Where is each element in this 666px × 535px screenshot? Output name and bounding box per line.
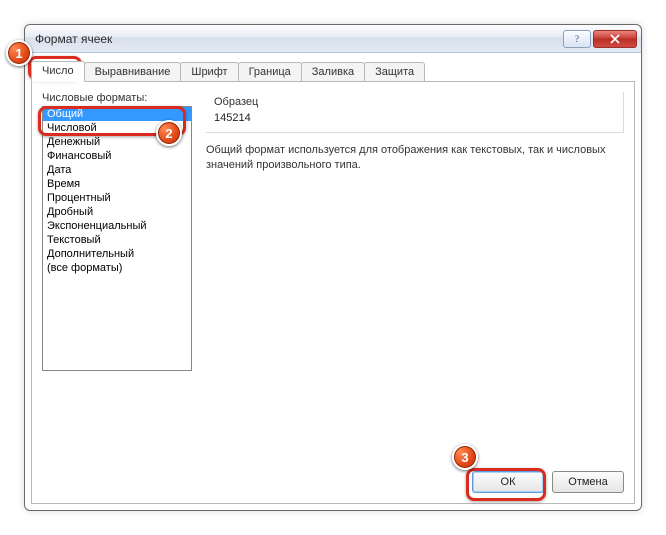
tab-label: Выравнивание bbox=[95, 66, 171, 78]
format-list-item[interactable]: Процентный bbox=[43, 191, 191, 205]
tab-label: Защита bbox=[375, 66, 414, 78]
format-description: Общий формат используется для отображени… bbox=[206, 143, 624, 173]
format-list-item[interactable]: Дата bbox=[43, 163, 191, 177]
tab-fill[interactable]: Заливка bbox=[301, 62, 365, 82]
tab-number[interactable]: Число bbox=[31, 61, 85, 82]
format-list-item[interactable]: Общий bbox=[43, 107, 191, 121]
format-list-item[interactable]: Денежный bbox=[43, 135, 191, 149]
right-panel: Образец 145214 Общий формат используется… bbox=[206, 92, 624, 463]
tab-border[interactable]: Граница bbox=[238, 62, 302, 82]
cancel-button[interactable]: Отмена bbox=[552, 471, 624, 493]
tab-label: Граница bbox=[249, 66, 291, 78]
window-title: Формат ячеек bbox=[35, 32, 561, 46]
format-list-caption: Числовые форматы: bbox=[42, 92, 192, 104]
tabstrip: Число Выравнивание Шрифт Граница Заливка… bbox=[25, 53, 641, 81]
button-label: ОК bbox=[501, 476, 516, 488]
button-row: ОК Отмена bbox=[42, 463, 624, 493]
format-list-item[interactable]: Дробный bbox=[43, 205, 191, 219]
button-label: Отмена bbox=[568, 476, 607, 488]
tab-label: Шрифт bbox=[191, 66, 227, 78]
ok-button[interactable]: ОК bbox=[472, 471, 544, 493]
close-button[interactable] bbox=[593, 30, 637, 48]
format-list[interactable]: ОбщийЧисловойДенежныйФинансовыйДатаВремя… bbox=[42, 106, 192, 371]
format-list-item[interactable]: Дополнительный bbox=[43, 247, 191, 261]
tab-font[interactable]: Шрифт bbox=[180, 62, 238, 82]
format-list-item[interactable]: Экспоненциальный bbox=[43, 219, 191, 233]
titlebar[interactable]: Формат ячеек ? bbox=[25, 25, 641, 53]
tab-body: Числовые форматы: ОбщийЧисловойДенежныйФ… bbox=[31, 81, 635, 504]
tab-alignment[interactable]: Выравнивание bbox=[84, 62, 182, 82]
tab-protection[interactable]: Защита bbox=[364, 62, 425, 82]
sample-box: Образец 145214 bbox=[206, 92, 624, 133]
tab-label: Заливка bbox=[312, 66, 354, 78]
help-button[interactable]: ? bbox=[563, 30, 591, 48]
format-list-item[interactable]: Финансовый bbox=[43, 149, 191, 163]
left-panel: Числовые форматы: ОбщийЧисловойДенежныйФ… bbox=[42, 92, 192, 463]
content: Числовые форматы: ОбщийЧисловойДенежныйФ… bbox=[42, 92, 624, 463]
svg-text:?: ? bbox=[575, 34, 579, 44]
format-list-item[interactable]: (все форматы) bbox=[43, 261, 191, 275]
format-list-item[interactable]: Время bbox=[43, 177, 191, 191]
sample-label: Образец bbox=[214, 96, 615, 108]
format-list-item[interactable]: Текстовый bbox=[43, 233, 191, 247]
format-cells-dialog: Формат ячеек ? Число Выравнивание Шрифт … bbox=[24, 24, 642, 511]
sample-value: 145214 bbox=[214, 108, 615, 124]
format-list-item[interactable]: Числовой bbox=[43, 121, 191, 135]
tab-label: Число bbox=[42, 65, 74, 77]
